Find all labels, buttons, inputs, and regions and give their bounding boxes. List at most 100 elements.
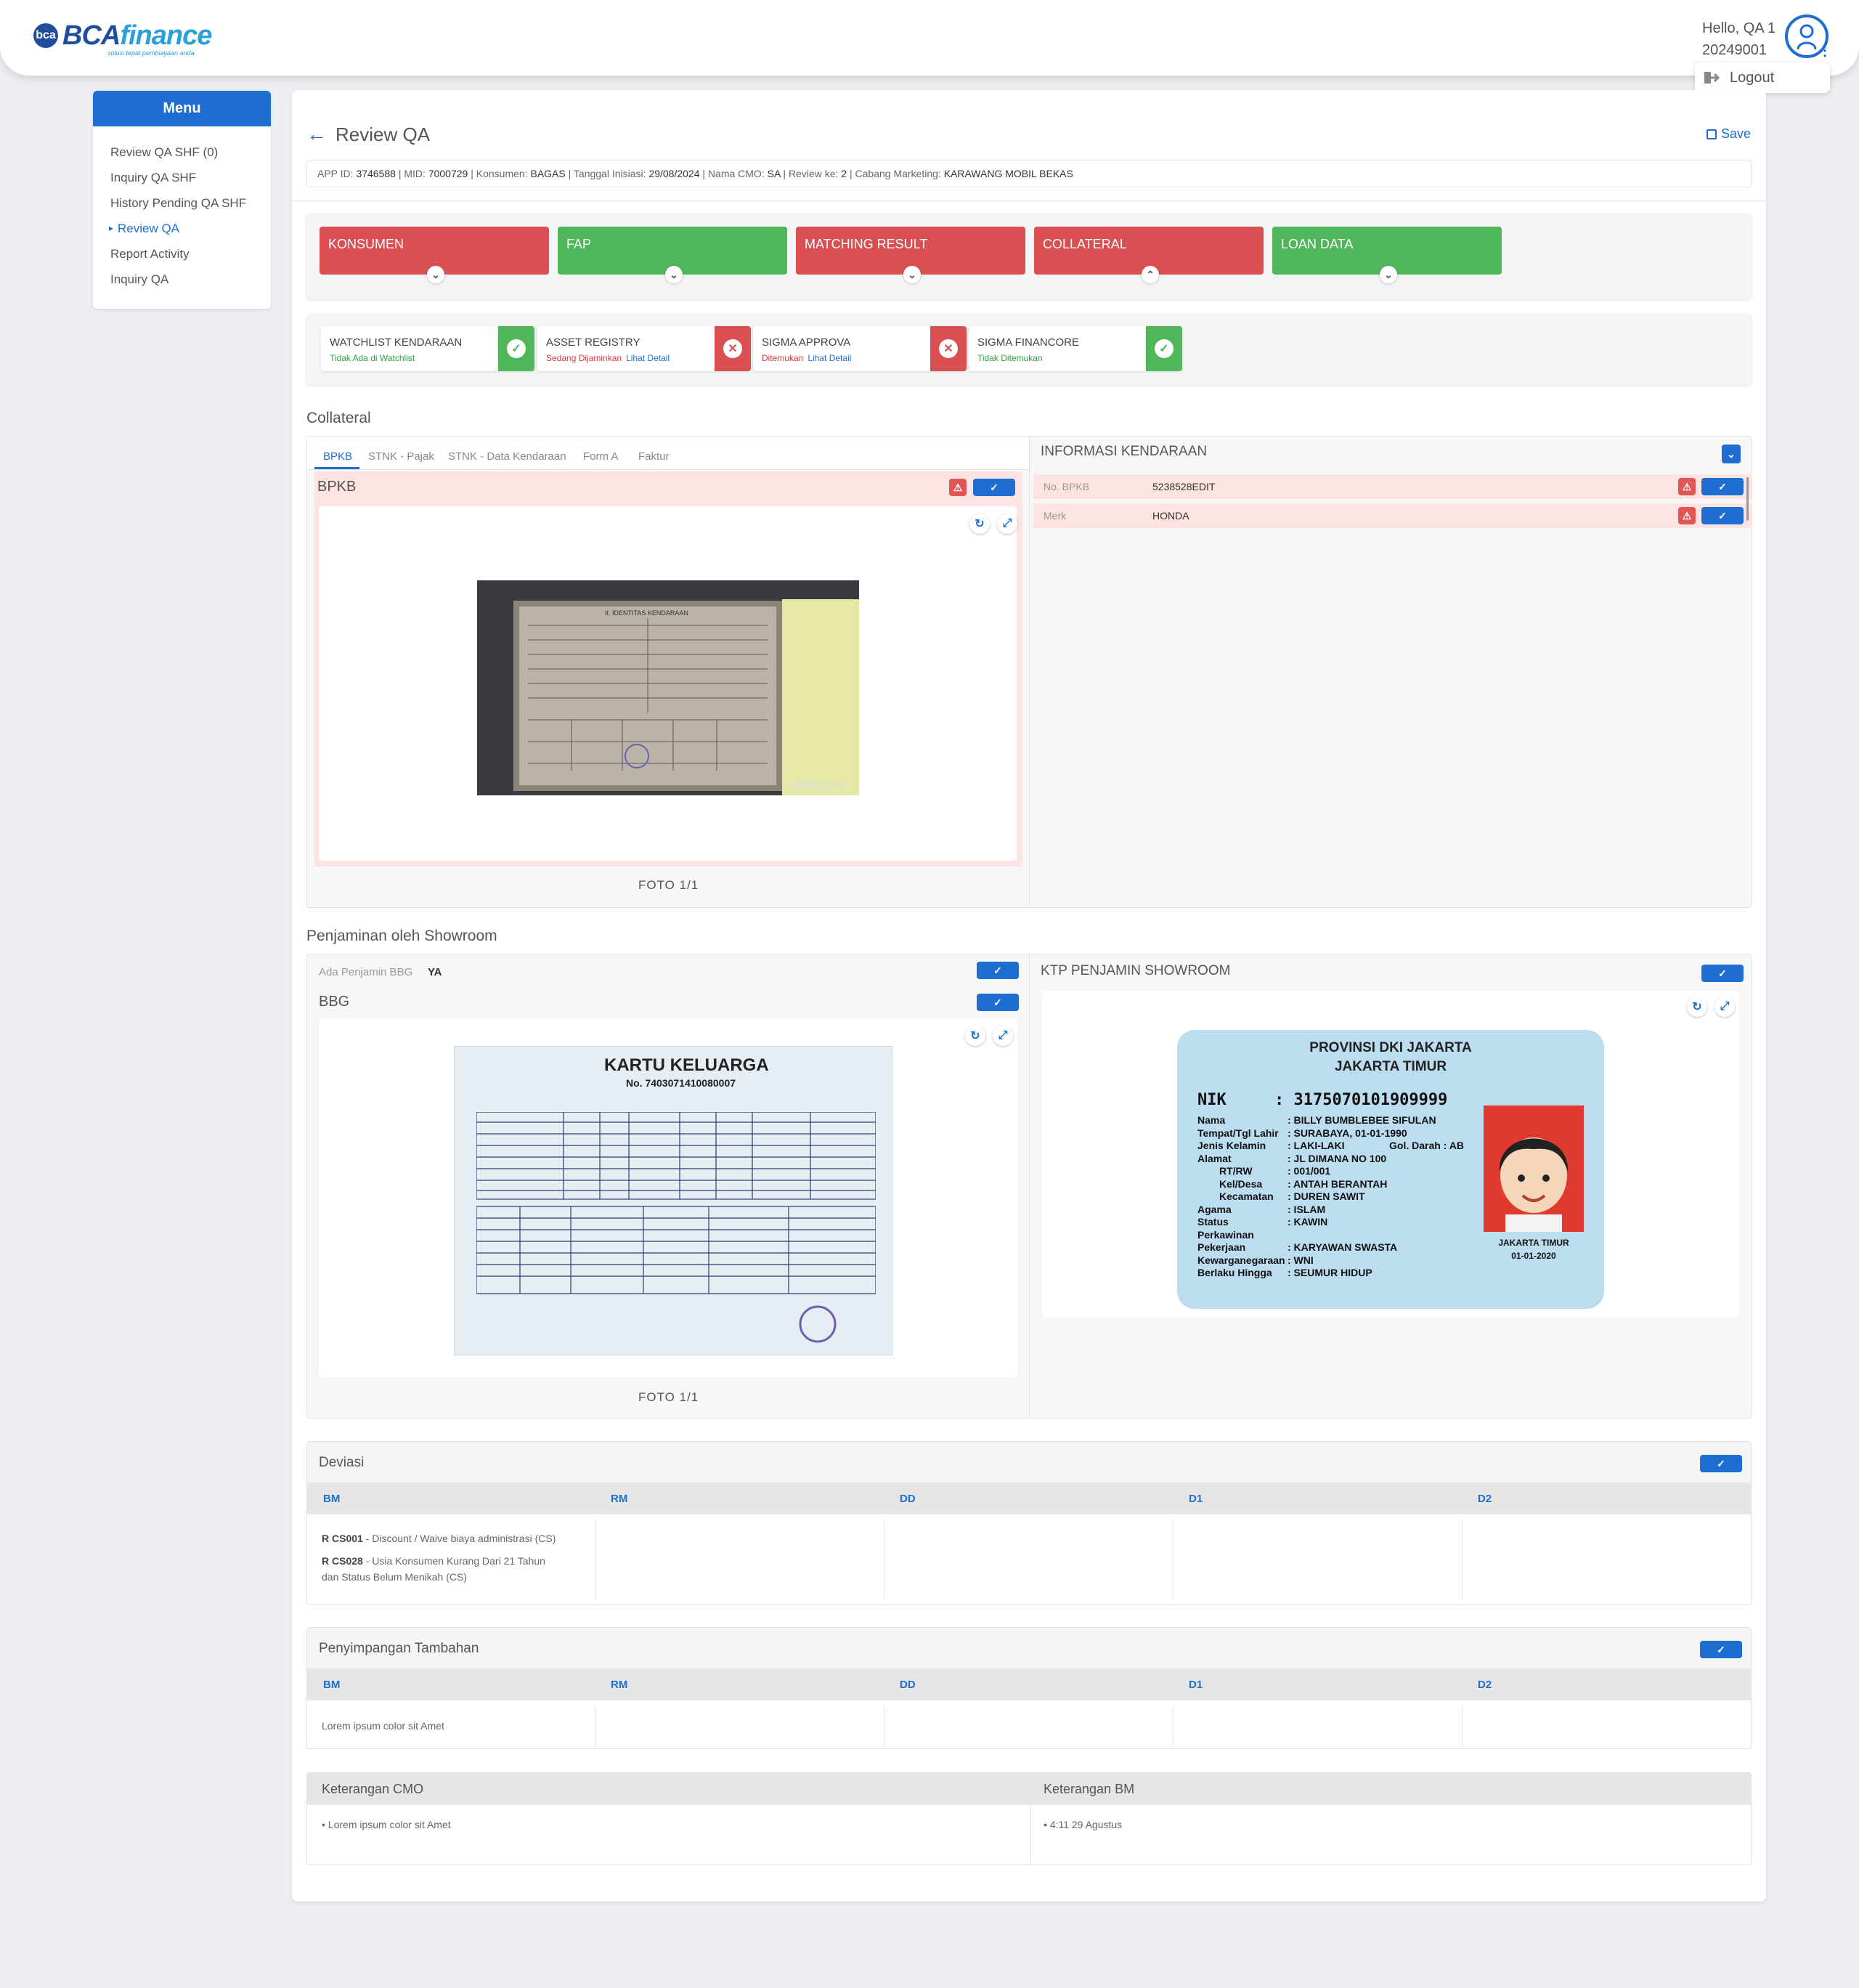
penyimpangan-box: Penyimpangan Tambahan ✓ BM RM DD D1 D2 L… [306, 1627, 1752, 1749]
logout-label: Logout [1730, 69, 1775, 86]
lihat-detail-link[interactable]: Lihat Detail [808, 353, 851, 363]
approve-button[interactable]: ✓ [973, 479, 1015, 496]
save-icon [1707, 129, 1717, 139]
photo-counter: FOTO 1/1 [638, 878, 699, 892]
sidebar-item-history-pending[interactable]: History Pending QA SHF [110, 190, 271, 216]
collateral-box: BPKB STNK - Pajak STNK - Data Kendaraan … [306, 436, 1752, 908]
fullscreen-icon[interactable]: ⤢ [1714, 997, 1735, 1017]
deviasi-bm-list: R CS001 - Discount / Waive biaya adminis… [322, 1530, 590, 1585]
application-info-bar: APP ID: 3746588 | MID: 7000729 | Konsume… [306, 160, 1752, 187]
save-button[interactable]: Save [1707, 126, 1751, 142]
logo-tagline: solusi tepat pembiayaan anda [107, 49, 195, 57]
keterangan-cmo-title: Keterangan CMO [322, 1782, 424, 1796]
user-id-text: 20249001 [1702, 42, 1767, 58]
warning-icon[interactable]: ⚠ [949, 479, 967, 496]
photo-counter: FOTO 1/1 [638, 1390, 699, 1404]
list-item: R CS001 - Discount / Waive biaya adminis… [322, 1533, 556, 1544]
warning-icon[interactable]: ⚠ [1678, 507, 1696, 524]
kebab-menu-icon[interactable]: ⋮ [1818, 44, 1832, 58]
subtab-faktur[interactable]: Faktur [638, 450, 670, 463]
greeting-text: Hello, QA 1 [1702, 20, 1776, 36]
ada-penjamin-value: YA [428, 966, 442, 978]
lihat-detail-link[interactable]: Lihat Detail [626, 353, 670, 363]
tab-matching-result[interactable]: MATCHING RESULT ⌄ [796, 227, 1025, 283]
ada-penjamin-label: Ada Penjamin BBG [319, 966, 413, 978]
doc-title: BPKB [317, 479, 357, 495]
chevron-down-icon: ⌄ [1380, 266, 1397, 283]
bca-finance-logo[interactable]: bca BCAfinance solusi tepat pembiayaan a… [33, 20, 212, 57]
ktp-city: JAKARTA TIMUR [1334, 1059, 1447, 1074]
bpkb-photo: II. IDENTITAS KENDARAAN detikcom [477, 580, 859, 795]
warning-icon[interactable]: ⚠ [1678, 478, 1696, 495]
tab-fap[interactable]: FAP ⌄ [558, 227, 787, 283]
active-caret-icon: ▸ [109, 223, 114, 233]
keterangan-bm-item: • 4:11 29 Agustus [1044, 1819, 1123, 1830]
save-label: Save [1721, 126, 1752, 141]
sidebar-item-review-qa[interactable]: ▸ Review QA [109, 216, 271, 241]
ktp-image-frame: ↻ ⤢ PROVINSI DKI JAKARTA JAKARTA TIMUR N… [1042, 991, 1739, 1318]
ktp-issue-city: JAKARTA TIMUR [1498, 1238, 1569, 1248]
rotate-icon[interactable]: ↻ [965, 1026, 985, 1046]
ktp-province: PROVINSI DKI JAKARTA [1309, 1040, 1472, 1055]
chevron-down-icon: ⌄ [903, 266, 921, 283]
kk-title: KARTU KELUARGA [604, 1055, 769, 1075]
page-title: Review QA [335, 123, 431, 145]
penyimpangan-title: Penyimpangan Tambahan [319, 1641, 479, 1656]
approve-button[interactable]: ✓ [1701, 478, 1744, 495]
approve-button[interactable]: ✓ [1701, 507, 1744, 524]
approve-button[interactable]: ✓ [977, 962, 1019, 979]
ktp-card-image: PROVINSI DKI JAKARTA JAKARTA TIMUR NIK :… [1177, 1030, 1604, 1309]
logout-button[interactable]: Logout [1695, 62, 1830, 93]
verification-checks-panel: WATCHLIST KENDARAAN Tidak Ada di Watchli… [306, 314, 1752, 385]
ktp-issue-date: 01-01-2020 [1511, 1251, 1556, 1261]
tab-loan-data[interactable]: LOAN DATA ⌄ [1272, 227, 1502, 283]
rotate-icon[interactable]: ↻ [969, 514, 990, 534]
collapse-chevron-icon[interactable]: ⌄ [1722, 445, 1741, 463]
approve-button[interactable]: ✓ [1700, 1455, 1742, 1472]
deviasi-table-header: BM RM DD D1 D2 [307, 1482, 1751, 1514]
approve-button[interactable]: ✓ [977, 994, 1019, 1011]
chevron-up-icon: ⌃ [1142, 266, 1159, 283]
rotate-icon[interactable]: ↻ [1687, 997, 1707, 1017]
ktp-nik-label: NIK [1197, 1091, 1227, 1109]
user-info: Hello, QA 1 20249001 [1702, 17, 1775, 61]
tab-konsumen[interactable]: KONSUMEN ⌄ [320, 227, 549, 283]
penyimpangan-table-header: BM RM DD D1 D2 [307, 1668, 1751, 1700]
chevron-down-icon: ⌄ [427, 266, 444, 283]
user-icon [1797, 24, 1817, 50]
kv-row-no-bpkb: No. BPKB 5238528EDIT ⚠ ✓ [1033, 474, 1752, 499]
main-card: ← Review QA Save APP ID: 3746588 | MID: … [292, 90, 1766, 1902]
back-arrow-icon[interactable]: ← [306, 123, 327, 146]
subtab-stnk-data-kendaraan[interactable]: STNK - Data Kendaraan [448, 450, 566, 463]
subtab-stnk-pajak[interactable]: STNK - Pajak [368, 450, 434, 463]
kv-row-merk: Merk HONDA ⚠ ✓ [1033, 503, 1752, 528]
check-sigma-financore: SIGMA FINANCORE Tidak Ditemukan ✓ [969, 326, 1182, 371]
top-header: bca BCAfinance solusi tepat pembiayaan a… [0, 0, 1859, 76]
approve-button[interactable]: ✓ [1700, 1641, 1742, 1658]
penjaminan-section-title: Penjaminan oleh Showroom [306, 928, 497, 944]
x-circle-icon: ✕ [939, 339, 958, 358]
keterangan-box: Keterangan CMO Keterangan BM • Lorem ips… [306, 1772, 1752, 1865]
penjaminan-box: Ada Penjamin BBG YA ✓ BBG ✓ ↻ ⤢ KARTU KE… [306, 954, 1752, 1419]
kk-number: No. 7403071410080007 [626, 1077, 736, 1089]
list-item: R CS028 - Usia Konsumen Kurang Dari 21 T… [322, 1555, 545, 1567]
subtab-bpkb[interactable]: BPKB [323, 450, 352, 463]
check-sigma-approva: SIGMA APPROVA Ditemukan Lihat Detail ✕ [753, 326, 967, 371]
tab-collateral[interactable]: COLLATERAL ⌃ [1034, 227, 1264, 283]
ktp-fields: Nama: BILLY BUMBLEBEE SIFULAN Tempat/Tgl… [1197, 1114, 1464, 1278]
approve-button[interactable]: ✓ [1701, 965, 1744, 982]
fullscreen-icon[interactable]: ⤢ [993, 1026, 1013, 1046]
kartu-keluarga-image: KARTU KELUARGA No. 7403071410080007 [454, 1046, 892, 1355]
sidebar-item-inquiry-qa[interactable]: Inquiry QA [110, 267, 271, 292]
fullscreen-icon[interactable]: ⤢ [997, 514, 1017, 534]
logo-fin: finance [120, 20, 212, 51]
keterangan-cmo-item: • Lorem ipsum color sit Amet [322, 1819, 451, 1830]
subtab-form-a[interactable]: Form A [583, 450, 618, 463]
bbg-title: BBG [319, 994, 350, 1010]
sidebar-item-review-qa-shf[interactable]: Review QA SHF (0) [110, 139, 271, 165]
sidebar-item-report-activity[interactable]: Report Activity [110, 241, 271, 267]
scrollbar[interactable] [1746, 477, 1749, 521]
sidebar-item-inquiry-qa-shf[interactable]: Inquiry QA SHF [110, 165, 271, 190]
check-circle-icon: ✓ [507, 339, 526, 358]
logo-main: BCA [62, 20, 121, 51]
